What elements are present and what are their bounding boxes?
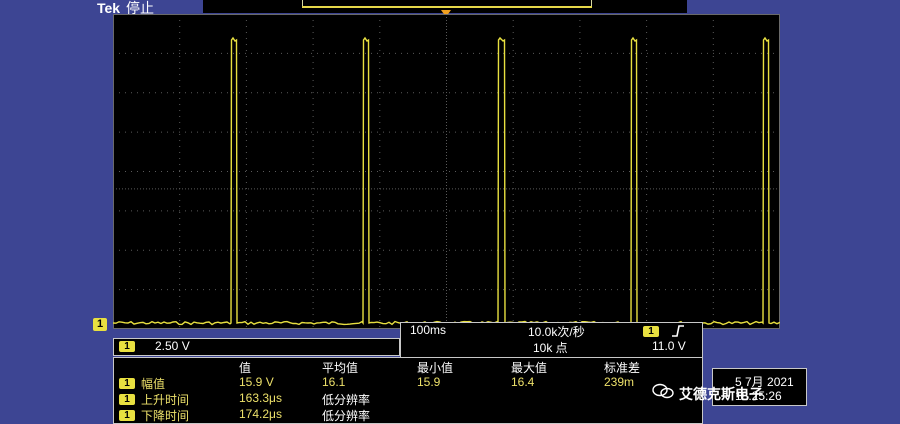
wechat-icon: [652, 383, 674, 399]
meas-row-3-name: 下降时间: [141, 409, 190, 423]
meas-row-1-mean: 16.1: [322, 375, 346, 389]
meas-header-max: 最大值: [511, 361, 548, 375]
meas-row-1-max: 16.4: [511, 375, 535, 389]
meas-row-1-name: 幅值: [141, 377, 166, 391]
meas-header-value: 值: [239, 361, 252, 375]
record-view-line: [302, 6, 592, 8]
meas-row-2-value: 163.3μs: [239, 391, 282, 405]
trigger-level: 11.0 V: [652, 339, 686, 353]
trigger-channel-chip: 1: [643, 326, 659, 337]
waveform-svg: [113, 14, 780, 329]
meas-row-1-value: 15.9 V: [239, 375, 274, 389]
meas-row-3-chip: 1: [119, 410, 135, 421]
meas-row-1-std: 239m: [604, 375, 635, 389]
meas-row-2-name: 上升时间: [141, 393, 190, 407]
time-per-div: 100ms: [410, 323, 447, 337]
meas-header-min: 最小值: [417, 361, 454, 375]
channel-1-ground-marker[interactable]: 1: [93, 318, 107, 331]
sample-rate: 10.0k次/秒: [528, 325, 585, 339]
rising-edge-icon: [672, 325, 684, 337]
meas-row-2-chip: 1: [119, 394, 135, 405]
graticule: [113, 14, 780, 329]
watermark-text: 艾德克斯电子: [679, 386, 763, 402]
channel-1-chip: 1: [119, 341, 135, 352]
meas-header-mean: 平均值: [322, 361, 359, 375]
meas-row-1-chip: 1: [119, 378, 135, 389]
vertical-scale-value: 2.50 V: [155, 339, 190, 353]
record-length: 10k 点: [533, 341, 568, 355]
meas-row-2-mean: 低分辨率: [322, 393, 371, 407]
meas-row-3-value: 174.2μs: [239, 407, 282, 421]
waveform-display: [113, 14, 780, 329]
meas-header-std: 标准差: [604, 361, 641, 375]
meas-row-1-min: 15.9: [417, 375, 441, 389]
meas-row-3-mean: 低分辨率: [322, 409, 371, 423]
